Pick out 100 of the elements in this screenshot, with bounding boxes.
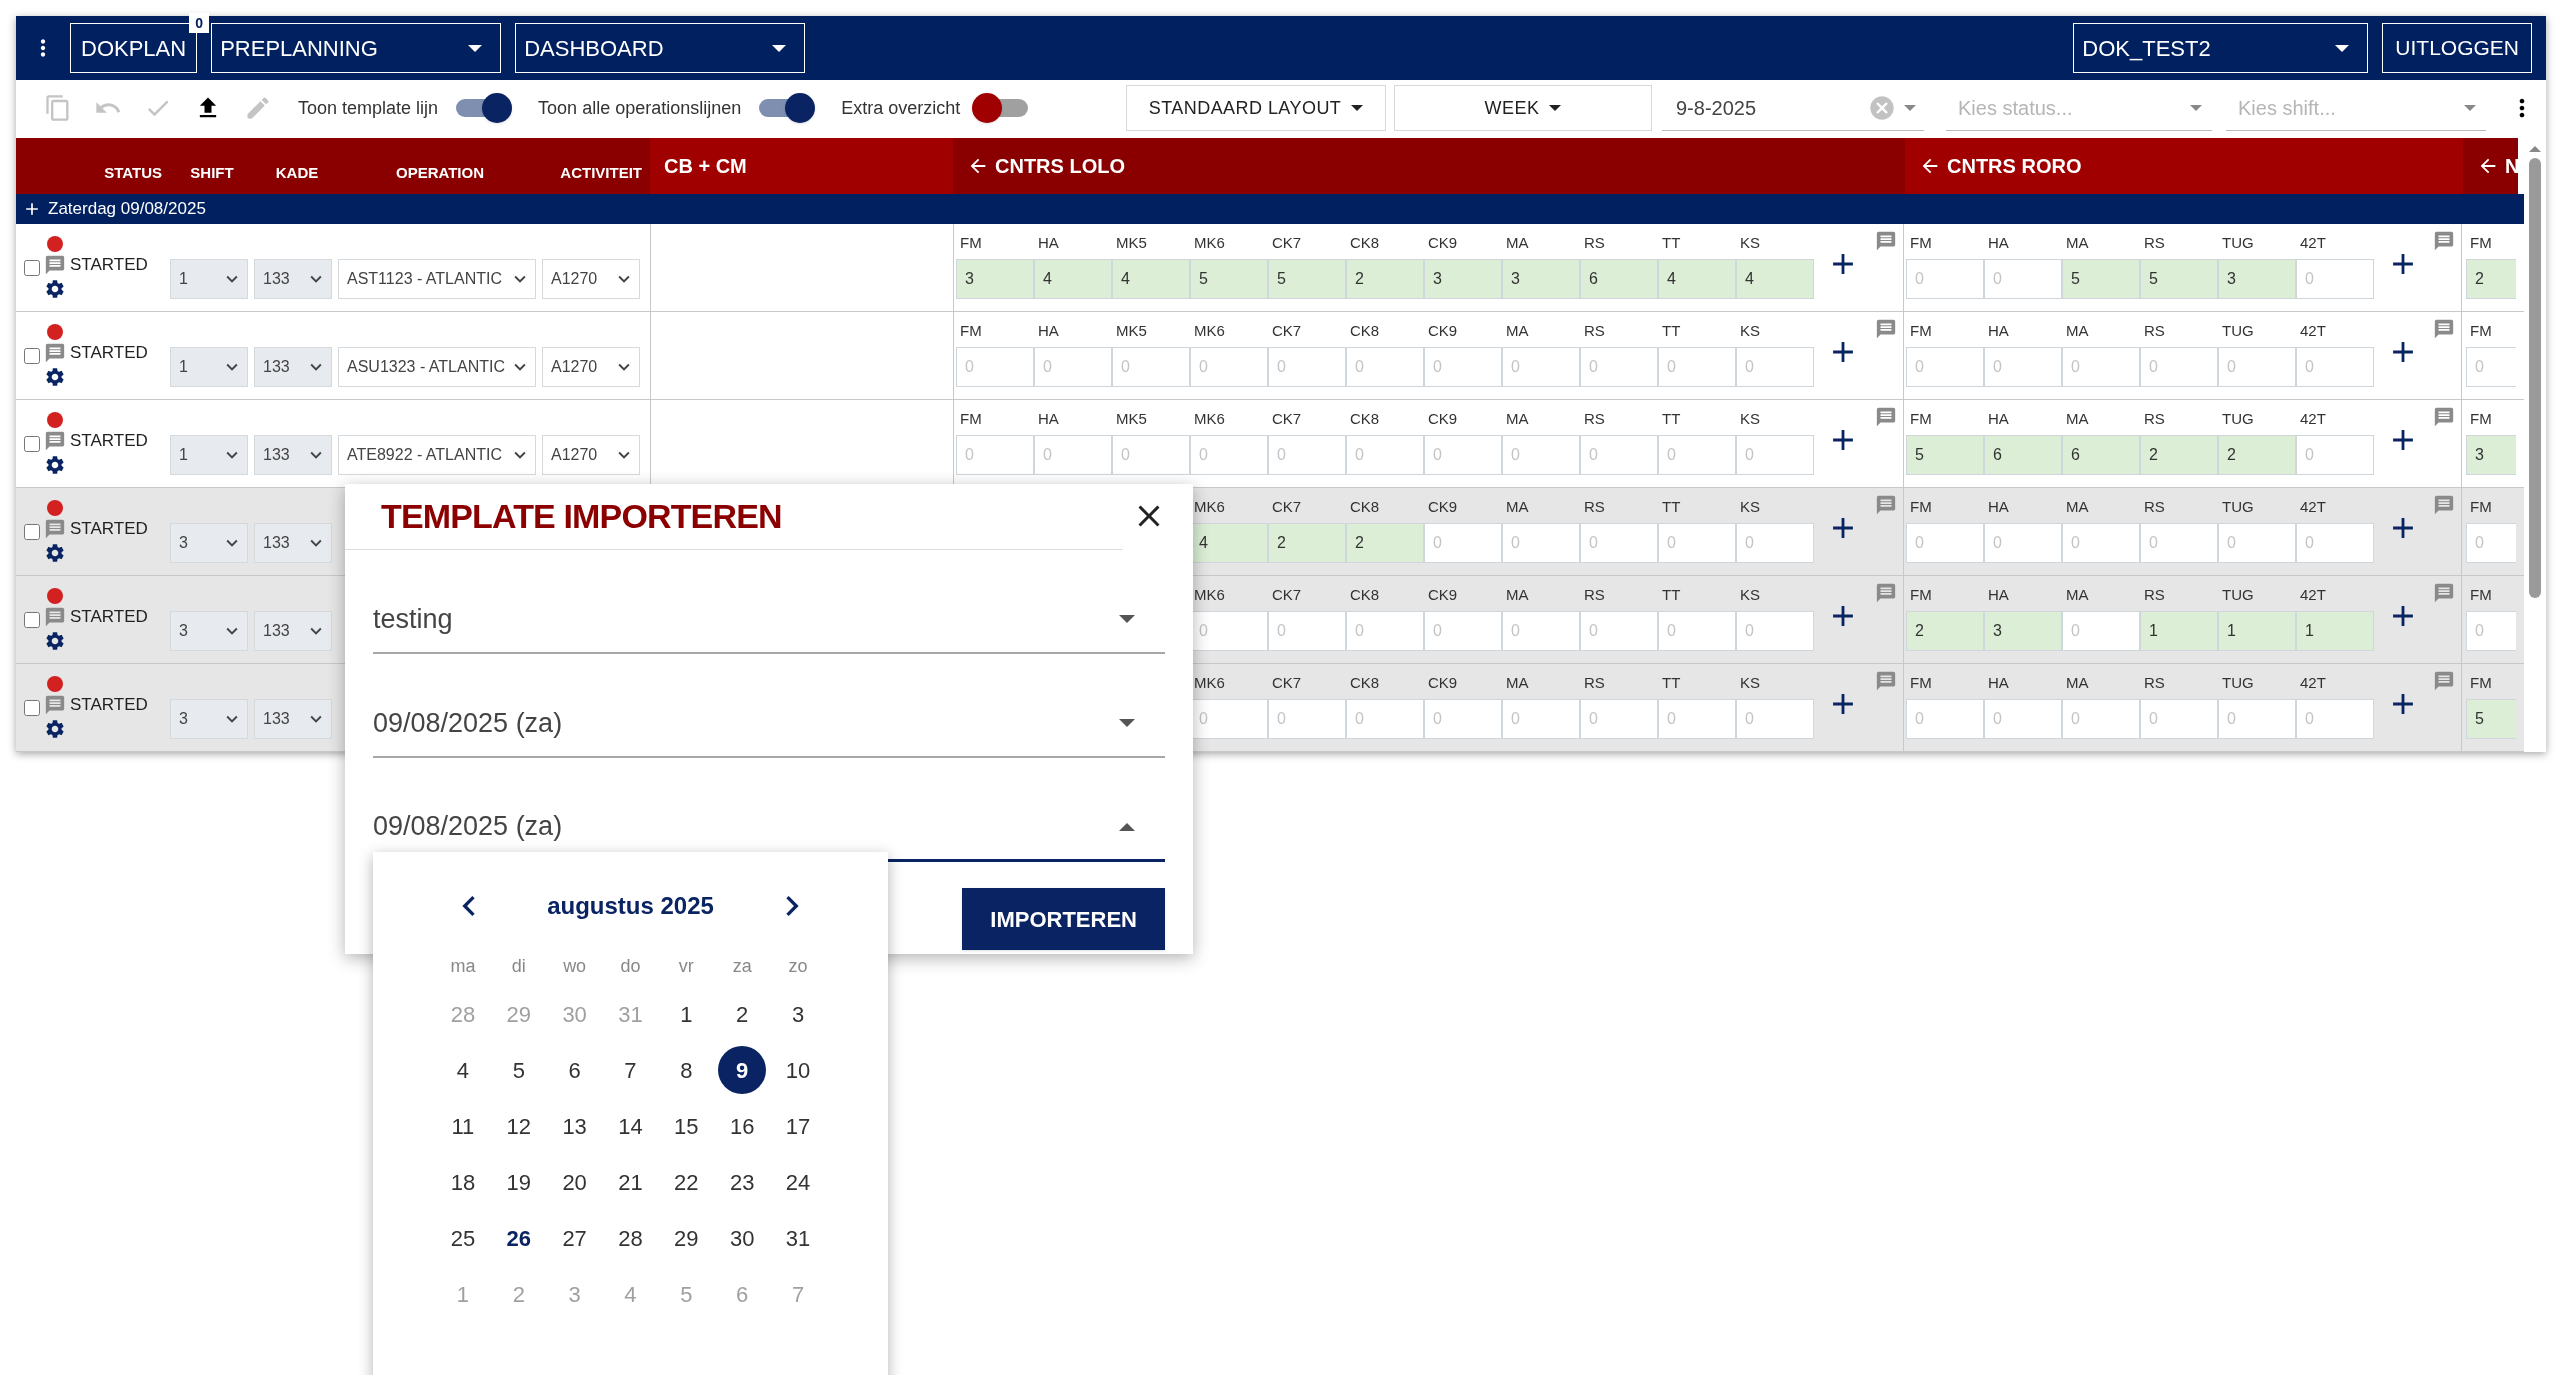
gear-icon[interactable] bbox=[44, 629, 66, 652]
calendar-day[interactable]: 30 bbox=[718, 1214, 767, 1262]
quantity-field[interactable]: 0 bbox=[1424, 699, 1502, 739]
comment-icon[interactable] bbox=[2433, 494, 2455, 516]
quantity-field[interactable]: 0 bbox=[2466, 347, 2516, 387]
quantity-field[interactable]: 0 bbox=[2140, 347, 2218, 387]
quantity-field[interactable]: 0 bbox=[1190, 699, 1268, 739]
comment-icon[interactable] bbox=[1875, 582, 1897, 604]
row-checkbox[interactable] bbox=[24, 259, 40, 276]
quantity-field[interactable]: 1 bbox=[2218, 611, 2296, 651]
activity-select[interactable]: A1270 bbox=[542, 435, 640, 475]
quantity-field[interactable]: 0 bbox=[1736, 347, 1814, 387]
calendar-day[interactable]: 9 bbox=[718, 1046, 767, 1094]
calendar-day[interactable]: 3 bbox=[774, 990, 823, 1038]
gear-icon[interactable] bbox=[44, 541, 66, 564]
quantity-field[interactable]: 0 bbox=[1736, 435, 1814, 475]
quantity-field[interactable]: 0 bbox=[1268, 435, 1346, 475]
kade-select[interactable]: 133 bbox=[254, 699, 332, 739]
calendar-day[interactable]: 7 bbox=[606, 1046, 655, 1094]
quantity-field[interactable]: 2 bbox=[1346, 523, 1424, 563]
quantity-field[interactable]: 2 bbox=[1906, 611, 1984, 651]
quantity-field[interactable]: 1 bbox=[2140, 611, 2218, 651]
shift-select[interactable]: 1 bbox=[170, 435, 248, 475]
quantity-field[interactable]: 2 bbox=[2140, 435, 2218, 475]
row-checkbox[interactable] bbox=[24, 699, 40, 716]
calendar-day[interactable]: 8 bbox=[662, 1046, 711, 1094]
quantity-field[interactable]: 0 bbox=[1580, 523, 1658, 563]
select-field[interactable]: 09/08/2025 (za) bbox=[373, 690, 1165, 758]
quantity-field[interactable]: 0 bbox=[1502, 347, 1580, 387]
gear-icon[interactable] bbox=[44, 717, 66, 740]
kade-select[interactable]: 133 bbox=[254, 611, 332, 651]
quantity-field[interactable]: 5 bbox=[2062, 259, 2140, 299]
comment-icon[interactable] bbox=[2433, 318, 2455, 340]
quantity-field[interactable]: 0 bbox=[2062, 347, 2140, 387]
quantity-field[interactable]: 0 bbox=[1906, 347, 1984, 387]
kade-select[interactable]: 133 bbox=[254, 435, 332, 475]
quantity-field[interactable]: 0 bbox=[1424, 435, 1502, 475]
quantity-field[interactable]: 2 bbox=[2466, 259, 2516, 299]
calendar-day[interactable]: 20 bbox=[550, 1158, 599, 1206]
quantity-field[interactable]: 0 bbox=[1268, 699, 1346, 739]
quantity-field[interactable]: 0 bbox=[1984, 699, 2062, 739]
quantity-field[interactable]: 3 bbox=[2466, 435, 2516, 475]
quantity-field[interactable]: 0 bbox=[2296, 259, 2374, 299]
quantity-field[interactable]: 2 bbox=[1268, 523, 1346, 563]
quantity-field[interactable]: 0 bbox=[956, 347, 1034, 387]
quantity-field[interactable]: 0 bbox=[1346, 347, 1424, 387]
quantity-field[interactable]: 0 bbox=[1984, 523, 2062, 563]
calendar-day[interactable]: 18 bbox=[438, 1158, 487, 1206]
quantity-field[interactable]: 3 bbox=[1984, 611, 2062, 651]
logout-button[interactable]: UITLOGGEN bbox=[2382, 23, 2532, 73]
quantity-field[interactable]: 0 bbox=[2466, 523, 2516, 563]
quantity-field[interactable]: 0 bbox=[1346, 699, 1424, 739]
calendar-day[interactable]: 16 bbox=[718, 1102, 767, 1150]
calendar-day[interactable]: 12 bbox=[494, 1102, 543, 1150]
quantity-field[interactable]: 0 bbox=[2218, 523, 2296, 563]
quantity-field[interactable]: 0 bbox=[1190, 347, 1268, 387]
layout-button[interactable]: STANDAARD LAYOUT bbox=[1126, 85, 1386, 131]
calendar-day[interactable]: 11 bbox=[438, 1102, 487, 1150]
calendar-day[interactable]: 28 bbox=[606, 1214, 655, 1262]
quantity-field[interactable]: 0 bbox=[1424, 347, 1502, 387]
quantity-field[interactable]: 6 bbox=[2062, 435, 2140, 475]
quantity-field[interactable]: 0 bbox=[2062, 611, 2140, 651]
calendar-day[interactable]: 15 bbox=[662, 1102, 711, 1150]
row-checkbox[interactable] bbox=[24, 435, 40, 452]
quantity-field[interactable]: 0 bbox=[2140, 699, 2218, 739]
quantity-field[interactable]: 0 bbox=[1984, 347, 2062, 387]
operation-select[interactable]: ASU1323 - ATLANTIC bbox=[338, 347, 536, 387]
quantity-field[interactable]: 5 bbox=[2140, 259, 2218, 299]
quantity-field[interactable]: 0 bbox=[1502, 611, 1580, 651]
quantity-field[interactable]: 0 bbox=[1034, 435, 1112, 475]
quantity-field[interactable]: 0 bbox=[1112, 435, 1190, 475]
operation-select[interactable]: ATE8922 - ATLANTIC bbox=[338, 435, 536, 475]
quantity-field[interactable]: 0 bbox=[1424, 611, 1502, 651]
quantity-field[interactable]: 3 bbox=[956, 259, 1034, 299]
quantity-field[interactable]: 0 bbox=[1658, 435, 1736, 475]
date-field[interactable]: 9-8-2025 bbox=[1662, 85, 1924, 131]
quantity-field[interactable]: 0 bbox=[1346, 611, 1424, 651]
quantity-field[interactable]: 4 bbox=[1736, 259, 1814, 299]
quantity-field[interactable]: 0 bbox=[1580, 435, 1658, 475]
shift-select[interactable]: 3 bbox=[170, 699, 248, 739]
quantity-field[interactable]: 0 bbox=[2062, 523, 2140, 563]
operation-select[interactable]: AST1123 - ATLANTIC bbox=[338, 259, 536, 299]
quantity-field[interactable]: 0 bbox=[1906, 523, 1984, 563]
quantity-field[interactable]: 0 bbox=[1268, 347, 1346, 387]
quantity-field[interactable]: 0 bbox=[1658, 699, 1736, 739]
quantity-field[interactable]: 0 bbox=[2296, 347, 2374, 387]
activity-select[interactable]: A1270 bbox=[542, 347, 640, 387]
calendar-day[interactable]: 26 bbox=[494, 1214, 543, 1262]
kade-select[interactable]: 133 bbox=[254, 347, 332, 387]
select-field[interactable]: testing bbox=[373, 586, 1165, 654]
quantity-field[interactable]: 0 bbox=[1580, 699, 1658, 739]
view-select[interactable]: PREPLANNING bbox=[211, 23, 502, 73]
comment-icon[interactable] bbox=[1875, 670, 1897, 692]
quantity-field[interactable]: 0 bbox=[2218, 347, 2296, 387]
comment-icon[interactable] bbox=[1875, 318, 1897, 340]
quantity-field[interactable]: 1 bbox=[2296, 611, 2374, 651]
quantity-field[interactable]: 0 bbox=[956, 435, 1034, 475]
calendar-day[interactable]: 25 bbox=[438, 1214, 487, 1262]
comment-icon[interactable] bbox=[2433, 406, 2455, 428]
quantity-field[interactable]: 5 bbox=[1906, 435, 1984, 475]
